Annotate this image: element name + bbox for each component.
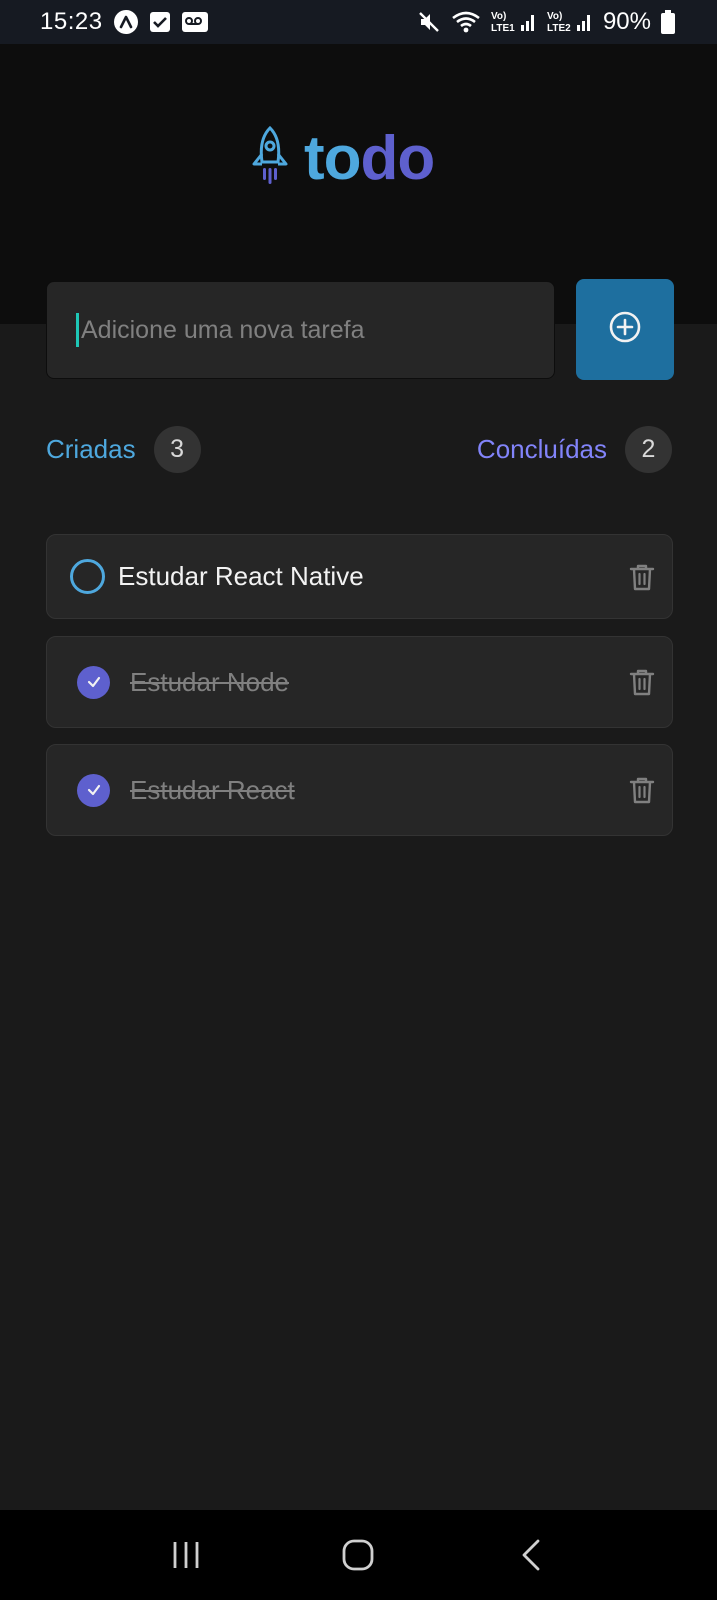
task-item: Estudar Node (46, 636, 673, 728)
task-item: Estudar React Native (46, 534, 673, 619)
svg-text:Vo): Vo) (547, 11, 562, 22)
svg-text:Vo): Vo) (491, 11, 506, 22)
lte1-label: LTE1 (491, 23, 515, 34)
add-task-button[interactable] (576, 279, 674, 380)
task-item: Estudar React (46, 744, 673, 836)
status-time: 15:23 (40, 8, 103, 35)
task-title: Estudar React Native (118, 561, 364, 591)
system-nav-bar (0, 1510, 717, 1600)
logo-text-part1: to (304, 123, 362, 193)
done-counter: Concluídas 2 (477, 426, 672, 473)
circle-icon[interactable] (70, 559, 105, 594)
checkbox-notification-icon (149, 11, 171, 33)
signal-lte1-icon: Vo) LTE1 (491, 9, 537, 35)
trash-icon[interactable] (628, 562, 656, 592)
wifi-icon (451, 10, 481, 34)
trash-icon[interactable] (628, 775, 656, 805)
new-task-placeholder: Adicione uma nova tarefa (81, 315, 365, 344)
status-bar-left: 15:23 (40, 8, 209, 36)
status-bar-right: Vo) LTE1 Vo) LTE2 90% (417, 8, 675, 36)
text-caret (76, 313, 79, 347)
recent-apps-icon[interactable] (156, 1525, 216, 1585)
voicemail-notification-icon (181, 11, 209, 33)
mute-icon (417, 10, 441, 34)
status-bar: 15:23 Vo) LTE1 Vo) LTE2 90% (0, 0, 717, 44)
app-logo: todo (250, 125, 435, 191)
battery-percentage: 90% (602, 8, 651, 35)
done-count-badge: 2 (625, 426, 672, 473)
created-label: Criadas (46, 434, 136, 464)
new-task-input[interactable]: Adicione uma nova tarefa (46, 281, 555, 379)
created-counter: Criadas 3 (46, 426, 201, 473)
check-circle-icon[interactable] (77, 665, 110, 699)
task-title: Estudar React (130, 774, 295, 805)
home-icon[interactable] (328, 1525, 388, 1585)
rocket-icon (250, 125, 290, 191)
done-label: Concluídas (476, 434, 607, 464)
check-circle-icon[interactable] (77, 773, 110, 807)
battery-icon (661, 10, 675, 34)
app-notification-icon (113, 9, 139, 35)
trash-icon[interactable] (628, 667, 656, 697)
task-title: Estudar Node (130, 666, 289, 697)
signal-lte2-icon: Vo) LTE2 (547, 9, 593, 35)
logo-text-part2: do (360, 123, 436, 193)
lte2-label: LTE2 (547, 23, 571, 34)
back-icon[interactable] (501, 1525, 561, 1585)
created-count-badge: 3 (153, 426, 201, 473)
plus-circle-icon (608, 310, 642, 349)
logo-text: todo (304, 127, 435, 190)
